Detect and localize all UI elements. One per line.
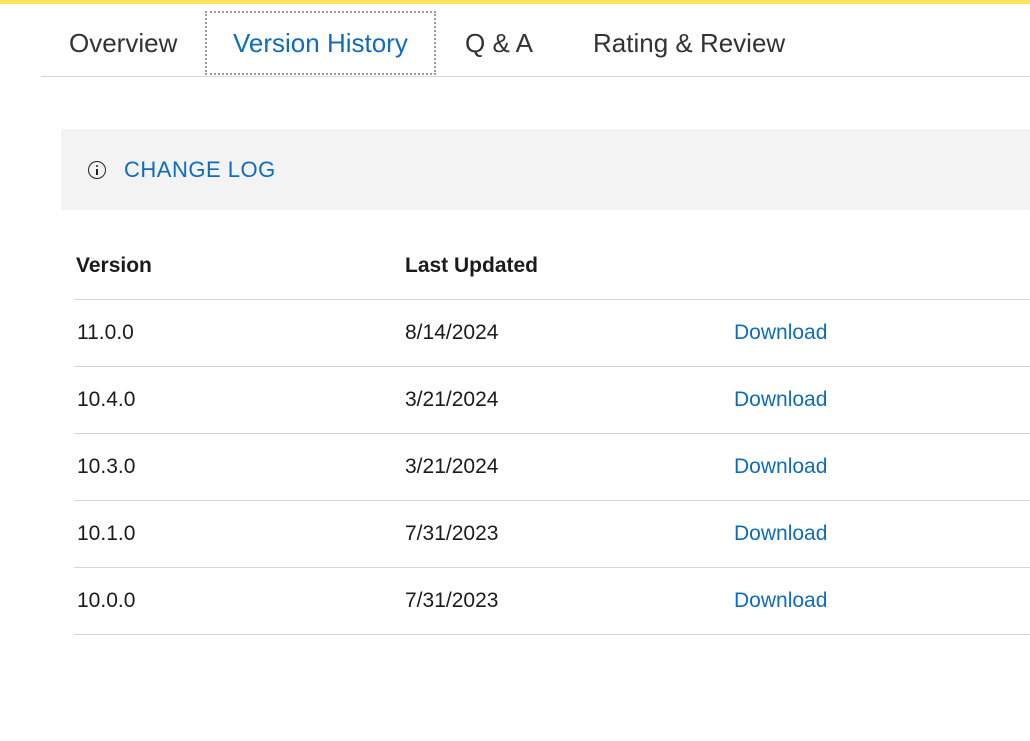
tab-overview[interactable]: Overview	[69, 11, 177, 75]
version-cell: 10.3.0	[77, 455, 136, 478]
date-cell: 7/31/2023	[405, 589, 499, 612]
version-cell: 10.1.0	[77, 522, 136, 545]
table-row: 10.3.0 3/21/2024 Download	[74, 434, 1030, 501]
tab-rating-and-review[interactable]: Rating & Review	[593, 11, 785, 75]
download-link[interactable]: Download	[734, 321, 827, 345]
date-cell: 3/21/2024	[405, 455, 499, 478]
changelog-link[interactable]: CHANGE LOG	[124, 156, 276, 184]
download-link[interactable]: Download	[734, 455, 827, 479]
date-cell: 7/31/2023	[405, 522, 499, 545]
table-row: 11.0.0 8/14/2024 Download	[74, 300, 1030, 367]
version-cell: 11.0.0	[77, 321, 134, 344]
date-cell: 3/21/2024	[405, 388, 499, 411]
tab-version-history[interactable]: Version History	[205, 11, 436, 75]
version-history-table: Version Last Updated 11.0.0 8/14/2024 Do…	[74, 234, 1030, 635]
tab-q-and-a[interactable]: Q & A	[465, 11, 533, 75]
download-link[interactable]: Download	[734, 522, 827, 546]
table-header: Version Last Updated	[74, 234, 1030, 300]
download-link[interactable]: Download	[734, 388, 827, 412]
column-header-last-updated: Last Updated	[405, 254, 539, 277]
column-header-version: Version	[76, 254, 152, 277]
changelog-bar: CHANGE LOG	[61, 129, 1030, 210]
table-row: 10.4.0 3/21/2024 Download	[74, 367, 1030, 434]
tab-bar: Overview Version History Q & A Rating & …	[41, 4, 1030, 77]
version-cell: 10.4.0	[77, 388, 136, 411]
version-cell: 10.0.0	[77, 589, 136, 612]
info-icon	[88, 161, 106, 179]
date-cell: 8/14/2024	[405, 321, 499, 344]
table-row: 10.1.0 7/31/2023 Download	[74, 501, 1030, 568]
table-row: 10.0.0 7/31/2023 Download	[74, 568, 1030, 635]
download-link[interactable]: Download	[734, 589, 827, 613]
